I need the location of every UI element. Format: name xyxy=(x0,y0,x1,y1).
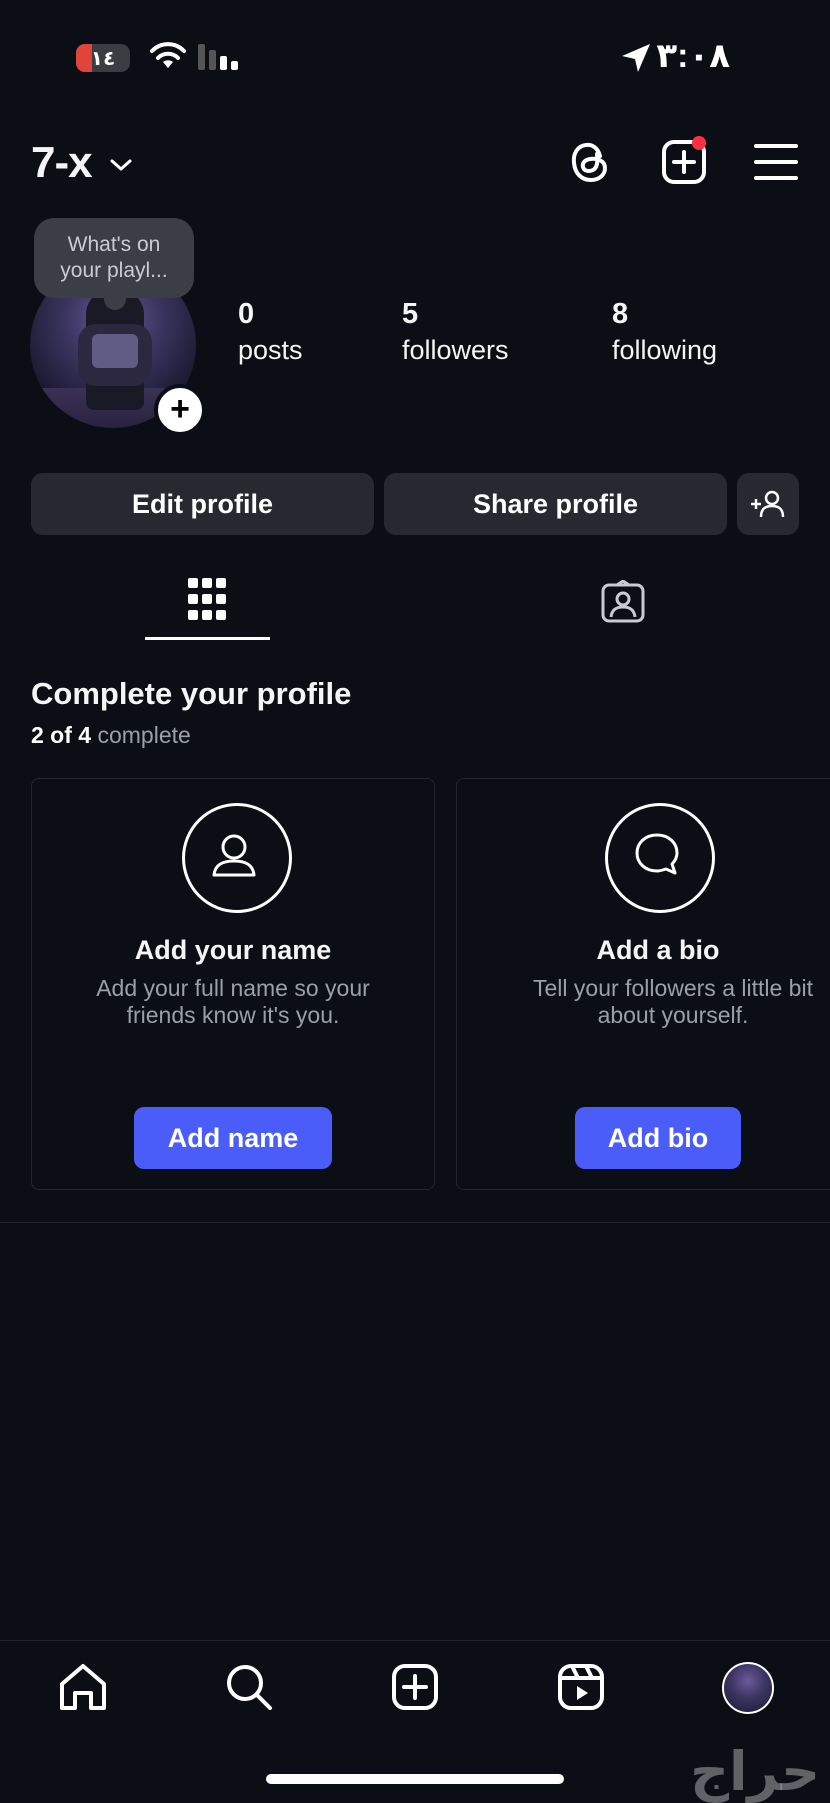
status-bar: ١٤ ٣:٠٨ xyxy=(0,30,830,80)
card-description: Tell your followers a little bit about y… xyxy=(487,975,830,1029)
menu-icon[interactable] xyxy=(752,138,800,186)
edit-profile-button[interactable]: Edit profile xyxy=(31,473,374,535)
add-bio-button[interactable]: Add bio xyxy=(575,1107,741,1169)
home-indicator xyxy=(266,1774,564,1784)
watermark: حراج xyxy=(690,1742,820,1802)
following-count: 8 xyxy=(612,298,629,330)
add-bio-card: Add a bio Tell your followers a little b… xyxy=(456,778,830,1190)
username-switcher[interactable]: 7-x xyxy=(31,138,133,188)
grid-tab-icon[interactable] xyxy=(188,578,226,622)
user-icon xyxy=(212,834,256,877)
speech-bubble-icon xyxy=(635,833,679,875)
card-description-line1: Tell your followers a little bit xyxy=(533,975,813,1001)
section-divider xyxy=(0,1222,830,1223)
user-icon-circle xyxy=(182,803,292,913)
threads-icon[interactable] xyxy=(566,138,614,186)
clock: ٣:٠٨ xyxy=(656,37,730,75)
notification-dot xyxy=(692,136,706,150)
progress-count: 2 of 4 xyxy=(31,722,92,748)
chevron-down-icon xyxy=(110,159,132,171)
note-text-line2: your playl... xyxy=(60,259,168,282)
tagged-tab-icon[interactable] xyxy=(600,580,646,624)
battery-level: ١٤ xyxy=(90,48,116,70)
card-description-line2: friends know it's you. xyxy=(126,1002,340,1028)
profile-tab-avatar[interactable] xyxy=(722,1662,774,1714)
followers-label: followers xyxy=(402,335,509,365)
section-title: Complete your profile xyxy=(31,676,352,711)
cellular-signal-icon xyxy=(198,44,238,70)
active-tab-indicator xyxy=(145,637,270,640)
add-name-button[interactable]: Add name xyxy=(134,1107,332,1169)
add-person-icon xyxy=(751,490,785,518)
speech-bubble-icon-circle xyxy=(605,803,715,913)
note-text-line1: What's on xyxy=(67,233,161,256)
share-profile-button[interactable]: Share profile xyxy=(384,473,727,535)
card-title: Add a bio xyxy=(596,935,720,965)
following-label: following xyxy=(612,335,718,365)
discover-people-button[interactable] xyxy=(737,473,799,535)
wifi-icon xyxy=(150,42,186,68)
add-name-card: Add your name Add your full name so your… xyxy=(31,778,435,1190)
posts-count: 0 xyxy=(238,298,255,330)
note-bubble[interactable]: What's on your playl... xyxy=(34,218,194,310)
reels-icon[interactable] xyxy=(554,1660,608,1714)
completion-progress: 2 of 4 complete xyxy=(31,722,191,749)
add-story-button[interactable]: + xyxy=(154,384,206,436)
card-description: Add your full name so your friends know … xyxy=(52,975,414,1029)
bottom-nav-divider xyxy=(0,1640,830,1641)
card-description-line2: about yourself. xyxy=(597,1002,749,1028)
posts-label: posts xyxy=(238,335,303,365)
followers-stat[interactable]: 5 followers xyxy=(402,296,509,368)
progress-label: complete xyxy=(97,722,191,748)
username: 7-x xyxy=(31,138,93,187)
posts-stat[interactable]: 0 posts xyxy=(238,296,303,368)
battery-indicator: ١٤ xyxy=(76,44,130,72)
card-title: Add your name xyxy=(134,935,332,965)
search-icon[interactable] xyxy=(222,1660,276,1714)
followers-count: 5 xyxy=(402,298,419,330)
location-arrow-icon xyxy=(622,44,650,72)
card-description-line1: Add your full name so your xyxy=(96,975,370,1001)
create-icon[interactable] xyxy=(388,1660,442,1714)
following-stat[interactable]: 8 following xyxy=(612,296,717,368)
home-icon[interactable] xyxy=(56,1660,110,1714)
